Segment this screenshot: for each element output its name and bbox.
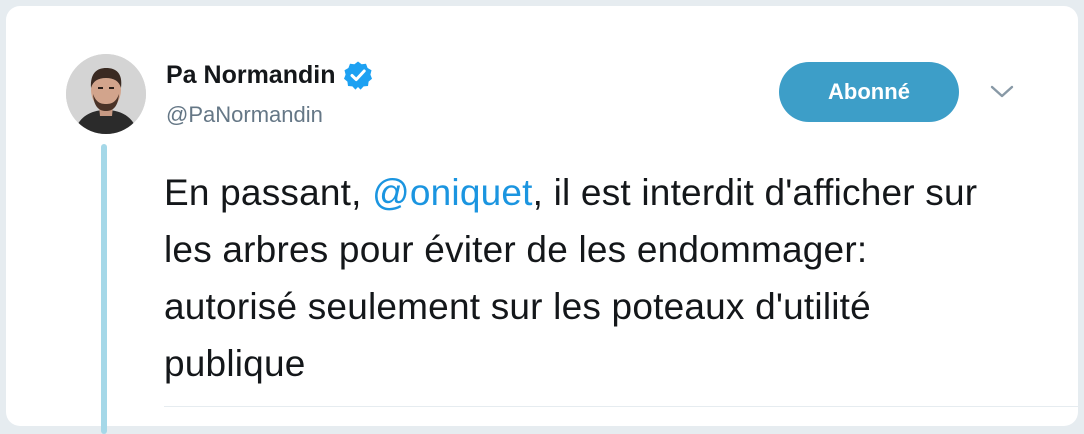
- divider: [164, 406, 1078, 407]
- tweet-card: Pa Normandin @PaNormandin Abonné En pass…: [6, 6, 1078, 434]
- chevron-down-icon[interactable]: [990, 84, 1014, 100]
- author-name[interactable]: Pa Normandin: [166, 61, 335, 90]
- author-handle[interactable]: @PaNormandin: [166, 102, 323, 128]
- tweet-text: En passant, @oniquet, il est interdit d'…: [164, 164, 984, 392]
- author-name-row: Pa Normandin: [166, 60, 373, 90]
- following-button[interactable]: Abonné: [779, 62, 959, 122]
- thread-line: [101, 144, 107, 434]
- avatar-photo-icon: [66, 54, 146, 134]
- tweet-text-before: En passant,: [164, 172, 373, 213]
- author-avatar[interactable]: [66, 54, 146, 134]
- mention-link[interactable]: @oniquet: [372, 172, 533, 213]
- verified-badge-icon: [343, 60, 373, 90]
